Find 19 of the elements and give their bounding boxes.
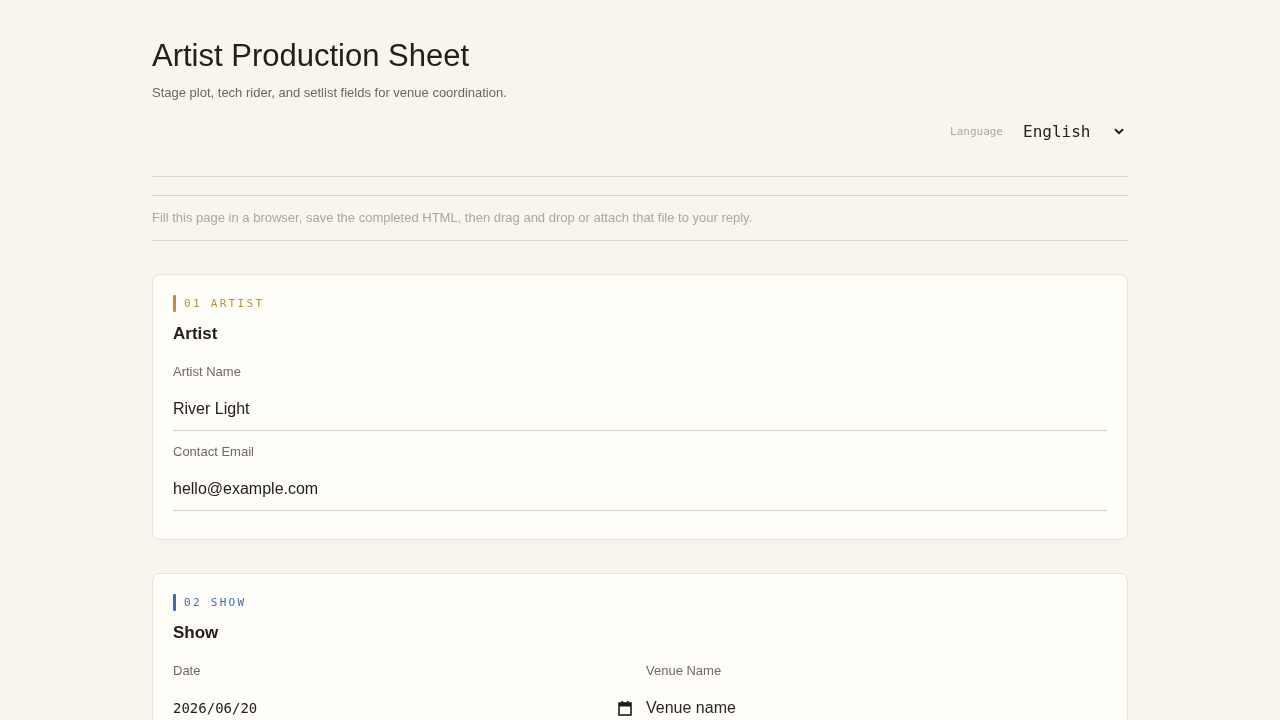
language-select[interactable]: English	[1015, 117, 1128, 145]
field-label: Contact Email	[173, 443, 255, 460]
field-label: Venue Name	[646, 662, 723, 679]
section-tag: 01 ARTIST	[184, 295, 265, 312]
chevron-icon	[1114, 127, 1124, 135]
page-title: Artist Production Sheet	[152, 38, 471, 74]
page-subtitle: Stage plot, tech rider, and setlist fields for venue coordination.	[152, 84, 508, 101]
instructions-text: Fill this page in a browser, save the completed HTML, then drag and drop or attach that file to your reply.	[152, 195, 1128, 241]
input-field[interactable]: Venue name	[646, 687, 1107, 720]
input-field[interactable]: hello@example.com	[173, 468, 1107, 511]
calendar-icon[interactable]	[618, 700, 632, 716]
date-field[interactable]: 2026/06/20	[173, 693, 612, 720]
section-title: Show	[173, 622, 220, 644]
section-tag: 02 SHOW	[184, 594, 247, 611]
section-title: Artist	[173, 323, 219, 345]
language-label: Language	[950, 124, 1003, 138]
field-label: Artist Name	[173, 363, 242, 380]
input-field[interactable]: River Light	[173, 388, 1107, 431]
field-label: Date	[173, 662, 202, 679]
